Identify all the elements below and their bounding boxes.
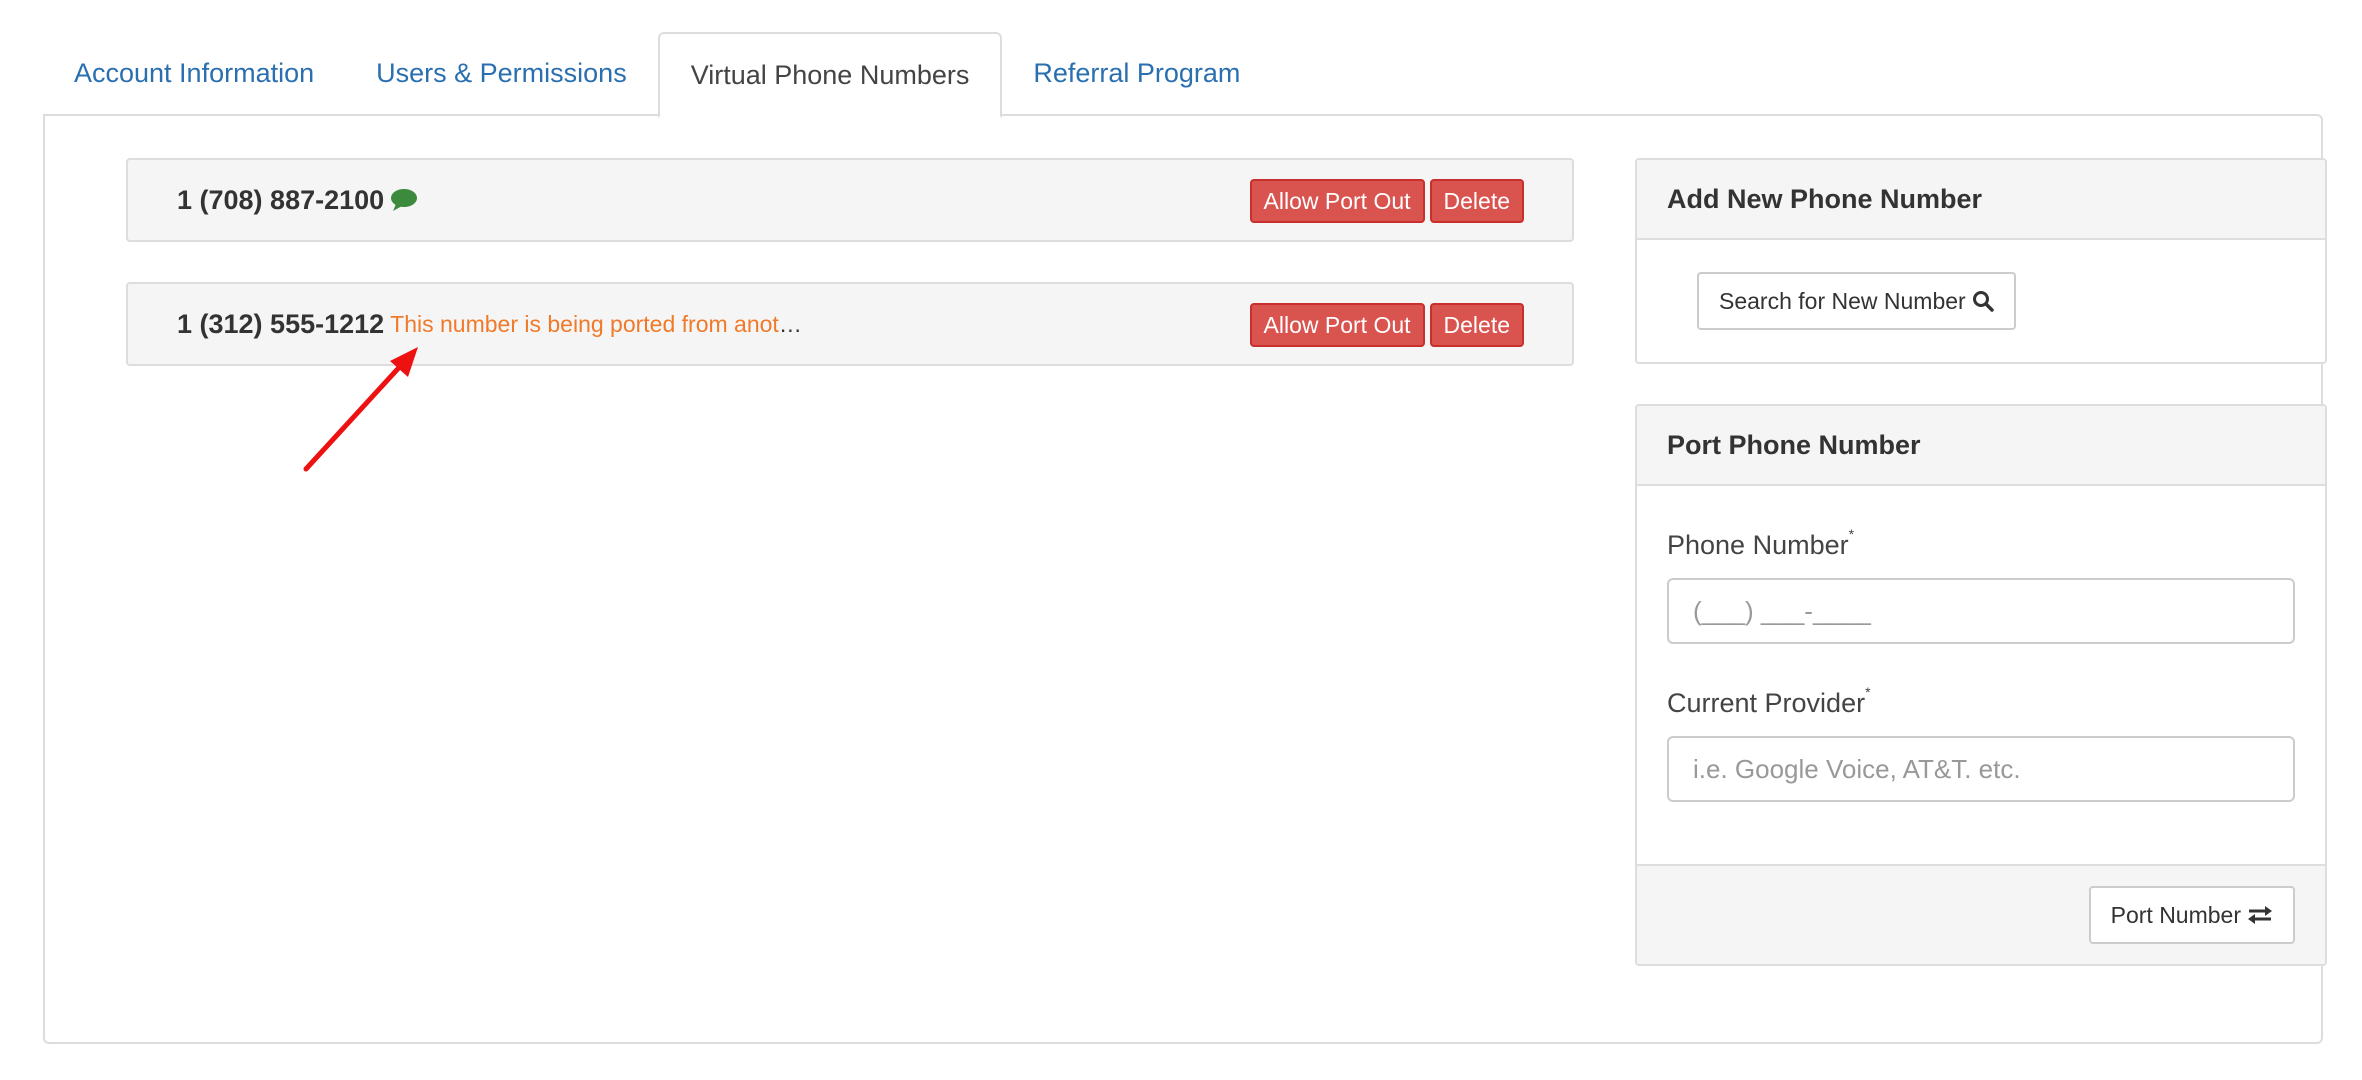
tab-bar: Account Information Users & Permissions … [43,32,1271,118]
port-number-button-label: Port Number [2110,901,2241,928]
add-new-number-panel: Add New Phone Number Search for New Numb… [1635,158,2327,364]
exchange-arrows-icon [2247,905,2273,925]
current-provider-input[interactable] [1667,736,2295,802]
phone-number-input[interactable] [1667,578,2295,644]
row-actions: Allow Port Out Delete [1249,179,1524,223]
required-mark: * [1865,684,1871,700]
delete-button[interactable]: Delete [1429,179,1524,223]
tab-referral-program[interactable]: Referral Program [1002,32,1271,114]
phone-number-label-text: Phone Number [1667,530,1849,560]
phone-number-row: 1 (708) 887-2100 Allow Port Out Delete [126,158,1574,242]
required-mark: * [1848,526,1855,542]
phone-number: 1 (708) 887-2100 [177,184,385,215]
truncation-ellipsis: … [778,310,802,337]
port-phone-number-panel: Port Phone Number Phone Number* Current … [1635,404,2327,966]
allow-port-out-button[interactable]: Allow Port Out [1249,303,1425,347]
port-number-button[interactable]: Port Number [2088,886,2295,944]
annotation-arrow-icon [303,347,418,472]
tab-account-information[interactable]: Account Information [43,32,345,114]
current-provider-label-text: Current Provider [1667,688,1866,718]
allow-port-out-button[interactable]: Allow Port Out [1249,179,1425,223]
tab-content-panel: 1 (708) 887-2100 Allow Port Out Delete 1… [43,114,2327,1044]
current-provider-label: Current Provider* [1667,684,1871,719]
panel-footer: Port Number [1637,864,2325,964]
delete-button[interactable]: Delete [1429,303,1524,347]
tab-virtual-phone-numbers[interactable]: Virtual Phone Numbers [657,32,1003,118]
panel-title: Add New Phone Number [1637,160,2325,240]
row-actions: Allow Port Out Delete [1249,303,1524,347]
phone-number-label: Phone Number* [1667,526,1854,561]
search-button-label: Search for New Number [1719,287,1966,314]
porting-status-note: This number is being ported from anot… [390,311,802,338]
sms-enabled-chat-icon [390,188,418,212]
porting-status-text: This number is being ported from anot [390,310,779,337]
tab-users-permissions[interactable]: Users & Permissions [345,32,658,114]
panel-title: Port Phone Number [1637,406,2325,486]
search-icon [1972,290,1994,312]
search-new-number-button[interactable]: Search for New Number [1697,272,2016,330]
